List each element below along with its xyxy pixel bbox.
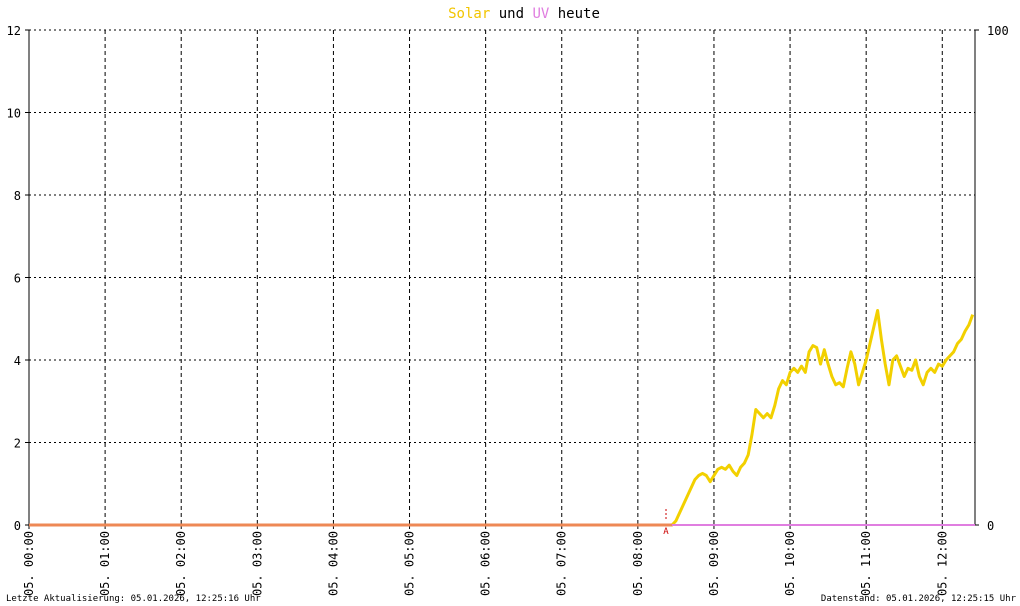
x-tick-label: 05. 03:00 — [250, 531, 264, 596]
right-tick-label: 100 — [987, 24, 1009, 38]
left-tick-label: 10 — [7, 107, 21, 121]
x-tick-label: 05. 05:00 — [403, 531, 417, 596]
x-tick-label: 05. 07:00 — [555, 531, 569, 596]
chart-title-part-1: und — [490, 6, 532, 22]
left-tick-label: 2 — [14, 437, 21, 451]
left-tick-label: 4 — [14, 354, 21, 368]
x-tick-label: 05. 00:00 — [22, 531, 36, 596]
x-tick-label: 05. 11:00 — [859, 531, 873, 596]
left-tick-label: 12 — [7, 24, 21, 38]
chart-title-part-0: Solar — [448, 6, 490, 22]
left-tick-label: 0 — [14, 519, 21, 533]
left-tick-label: 6 — [14, 272, 21, 286]
x-tick-label: 05. 12:00 — [935, 531, 949, 596]
right-tick-label: 0 — [987, 519, 994, 533]
chart-title: Solar und UV heute — [448, 6, 600, 22]
solar-uv-chart: Solar und UV heute 0 2 4 6 8 10 12 0 100 05. 00… — [0, 0, 1020, 606]
chart-title-part-2: UV — [532, 6, 549, 22]
x-tick-label: 05. 06:00 — [479, 531, 493, 596]
marker-label: A — [663, 527, 669, 537]
x-tick-label: 05. 04:00 — [326, 531, 340, 596]
chart-title-part-3: heute — [549, 6, 600, 22]
left-tick-label: 8 — [14, 189, 21, 203]
x-tick-label: 05. 09:00 — [707, 531, 721, 596]
x-tick-label: 05. 08:00 — [631, 531, 645, 596]
footer-data-timestamp: Datenstand: 05.01.2026, 12:25:15 Uhr — [821, 594, 1017, 604]
footer-last-update: Letzte Aktualisierung: 05.01.2026, 12:25… — [6, 594, 261, 604]
x-tick-label: 05. 02:00 — [174, 531, 188, 596]
chart-background — [0, 0, 1020, 606]
x-tick-label: 05. 01:00 — [98, 531, 112, 596]
x-tick-label: 05. 10:00 — [783, 531, 797, 596]
